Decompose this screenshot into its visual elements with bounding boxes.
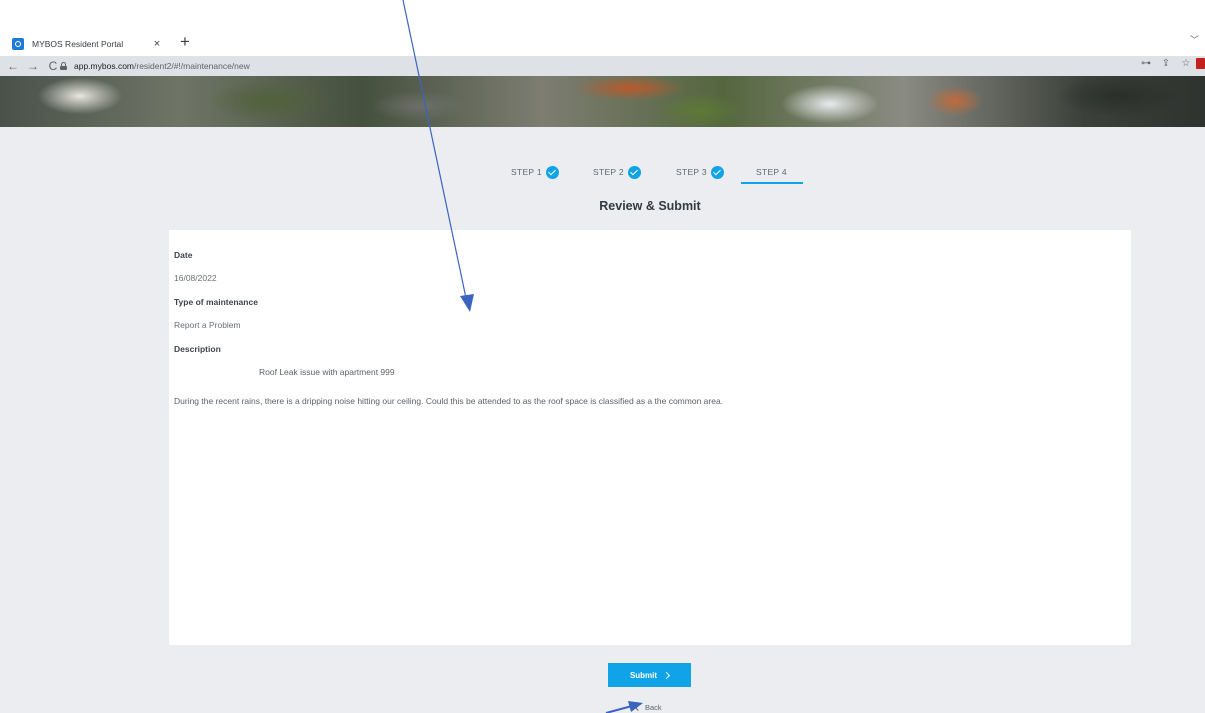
check-circle-icon — [710, 165, 724, 179]
address-bar[interactable]: app.mybos.com/resident2/#!/maintenance/n… — [56, 58, 1116, 74]
step-2-label: STEP 2 — [593, 167, 624, 177]
browser-toolbar: ← → C app.mybos.com/resident2/#!/mainten… — [0, 56, 1205, 76]
active-step-indicator — [741, 182, 803, 184]
check-circle-icon — [545, 165, 559, 179]
chevron-left-icon — [635, 704, 641, 711]
bookmark-star-icon[interactable]: ☆ — [1176, 58, 1196, 69]
step-4[interactable]: STEP 4 — [756, 160, 787, 184]
close-tab-icon[interactable]: × — [150, 38, 164, 50]
lock-icon[interactable] — [60, 62, 67, 70]
check-circle-icon — [627, 165, 641, 179]
date-value: 16/08/2022 — [174, 273, 217, 283]
step-3-label: STEP 3 — [676, 167, 707, 177]
forward-arrow-icon[interactable]: → — [26, 59, 40, 73]
step-4-label: STEP 4 — [756, 167, 787, 177]
url-host: app.mybos.com — [74, 61, 134, 71]
maintenance-type-label: Type of maintenance — [174, 297, 258, 307]
browser-tabstrip: MYBOS Resident Portal × + ﹀ — [0, 0, 1205, 56]
toolbar-icons: ⊶ ⇪ ☆ — [1136, 58, 1205, 69]
date-label: Date — [174, 250, 193, 260]
wizard-stepper: STEP 1 STEP 2 STEP 3 STEP 4 — [0, 160, 1205, 184]
description-title: Roof Leak issue with apartment 999 — [259, 367, 395, 377]
tab-title: MYBOS Resident Portal — [32, 38, 124, 49]
step-2[interactable]: STEP 2 — [593, 160, 641, 184]
tab-search-chevron-icon[interactable]: ﹀ — [1190, 33, 1199, 46]
submit-label: Submit — [629, 670, 658, 680]
back-link[interactable]: Back — [635, 703, 662, 712]
new-tab-icon[interactable]: + — [180, 33, 190, 51]
share-icon[interactable]: ⇪ — [1156, 58, 1176, 69]
browser-tab[interactable]: MYBOS Resident Portal × — [8, 33, 168, 54]
hero-banner-image — [0, 76, 1205, 127]
review-card — [169, 230, 1131, 645]
url-path: /resident2/#!/maintenance/new — [134, 61, 250, 71]
description-body: During the recent rains, there is a drip… — [174, 396, 724, 406]
back-arrow-icon[interactable]: ← — [6, 59, 20, 73]
chevron-right-icon — [663, 671, 671, 679]
maintenance-type-value: Report a Problem — [174, 320, 241, 330]
step-1[interactable]: STEP 1 — [511, 160, 559, 184]
mybos-favicon-icon — [12, 37, 24, 50]
password-key-icon[interactable]: ⊶ — [1136, 58, 1156, 69]
step-1-label: STEP 1 — [511, 167, 542, 177]
page-title: Review & Submit — [599, 199, 701, 213]
back-label: Back — [645, 703, 662, 712]
acrobat-extension-icon[interactable] — [1196, 58, 1205, 69]
description-label: Description — [174, 344, 221, 354]
step-3[interactable]: STEP 3 — [676, 160, 724, 184]
screenshot-root: MYBOS Resident Portal × + ﹀ ← → C app.my… — [0, 0, 1205, 713]
submit-button[interactable]: Submit — [608, 663, 691, 687]
